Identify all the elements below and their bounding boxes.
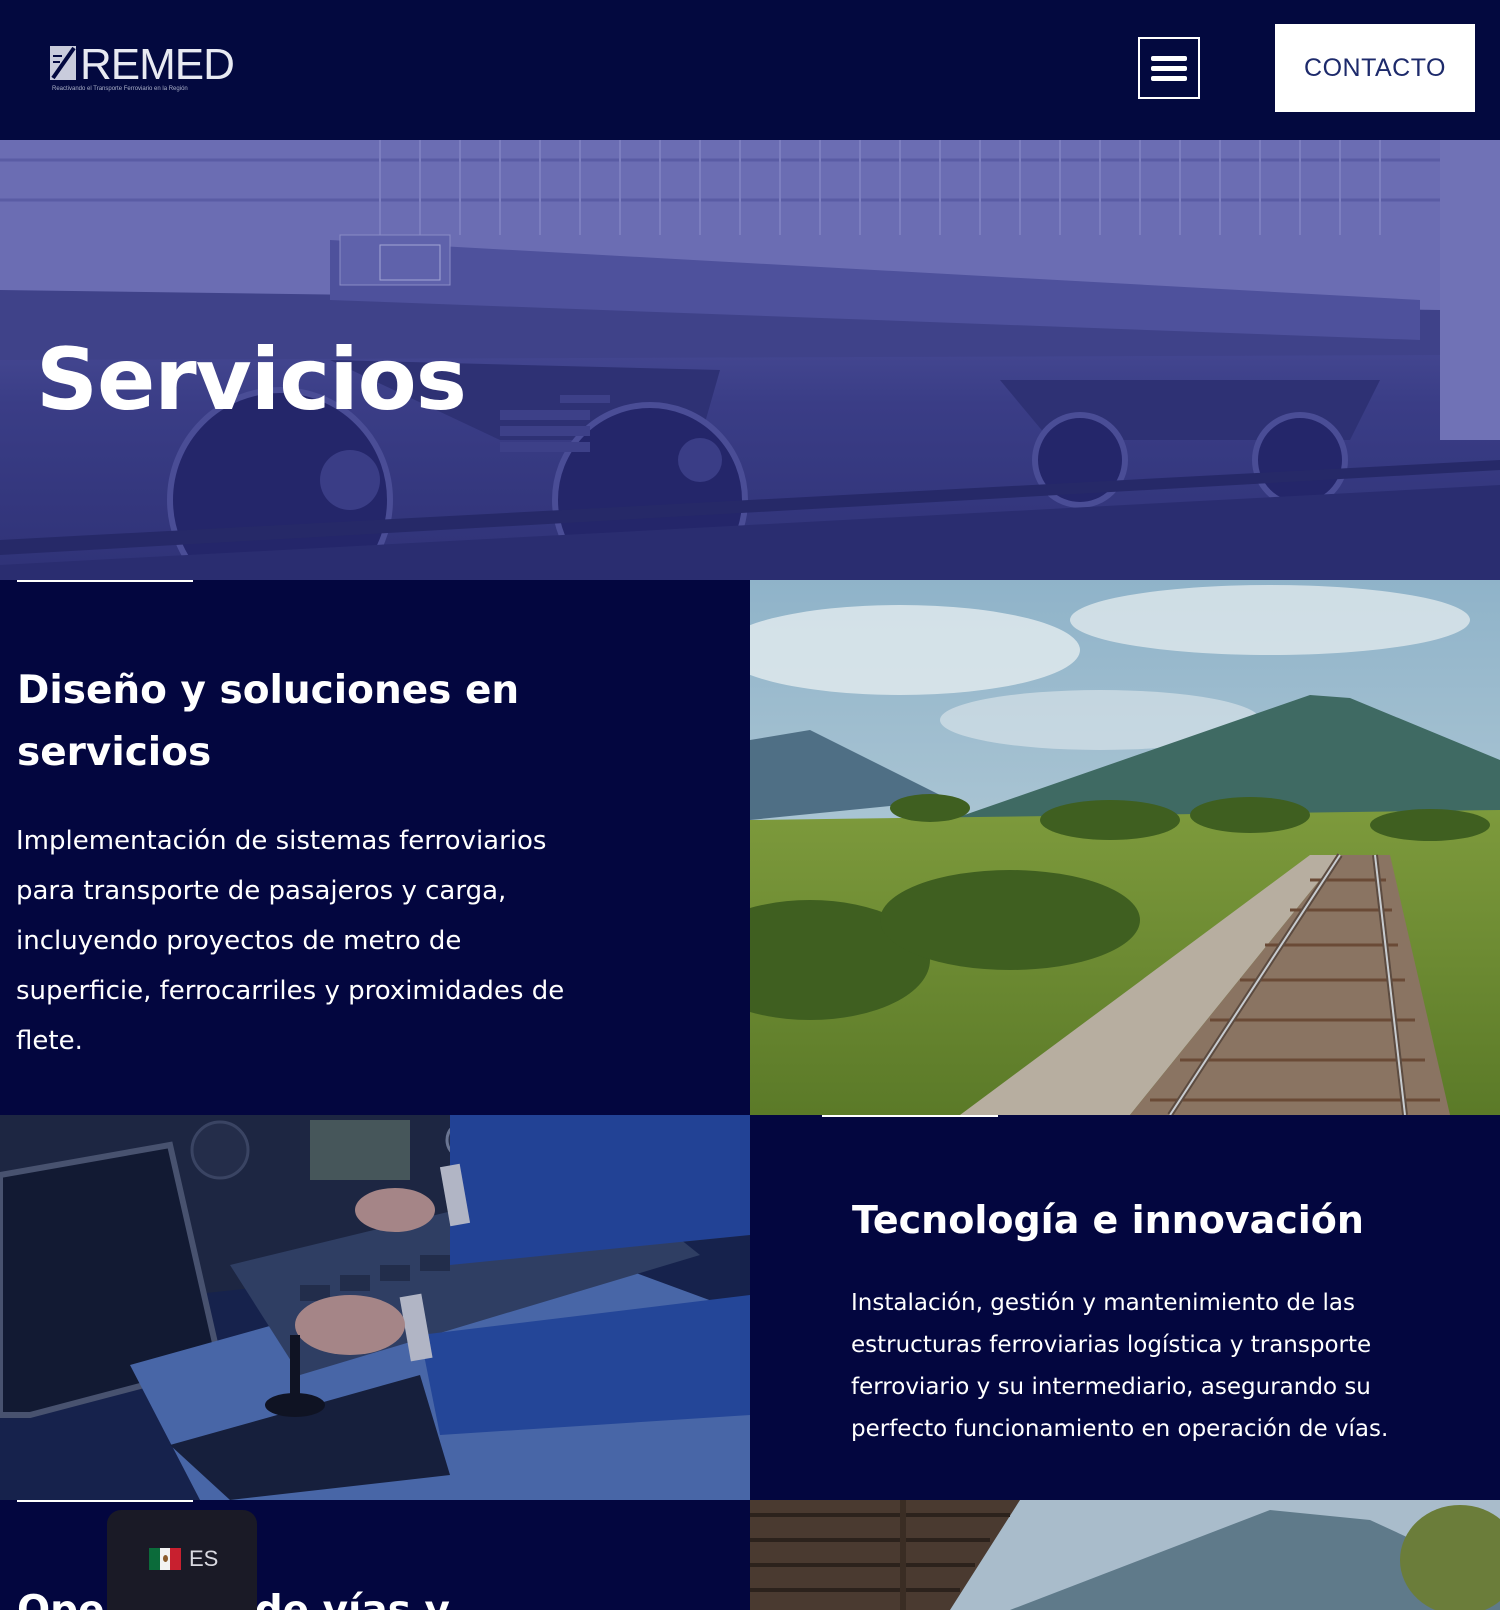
section-divider [17,1500,193,1502]
logo[interactable]: REMED Reactivando el Transporte Ferrovia… [50,40,250,100]
train-operator-image [0,1115,750,1500]
contact-button[interactable]: CONTACTO [1275,24,1475,112]
section-heading: Operación de vías y [17,1580,577,1610]
mexico-flag-icon [149,1548,182,1570]
section-body: Instalación, gestión y mantenimiento de … [851,1290,1389,1442]
page-title: Servicios [36,330,467,430]
station-volcano-image [750,1500,1500,1610]
hamburger-icon [1151,75,1187,81]
section-divider [822,1115,998,1117]
menu-button[interactable] [1138,37,1200,99]
service-section-technology: Tecnología e innovación Instalación, ges… [750,1115,1500,1500]
hamburger-icon [1151,55,1187,61]
hero-banner: Servicios [0,140,1500,580]
section-heading: Diseño y soluciones en servicios [17,668,520,775]
section-heading: Tecnología e innovación [852,1198,1364,1242]
section-body: Implementación de sistemas ferroviarios … [16,826,565,1056]
railway-volcano-image [750,580,1500,1115]
logo-text: REMED [80,40,235,89]
hamburger-icon [1151,65,1187,71]
logo-mark-icon [50,46,76,80]
language-switcher[interactable]: ES [107,1510,257,1610]
logo-tagline: Reactivando el Transporte Ferroviario en… [52,86,188,92]
language-code: ES [189,1546,219,1571]
section-divider [17,580,193,582]
site-header: REMED Reactivando el Transporte Ferrovia… [0,0,1500,140]
service-section-design: Diseño y soluciones en servicios Impleme… [0,580,750,1115]
